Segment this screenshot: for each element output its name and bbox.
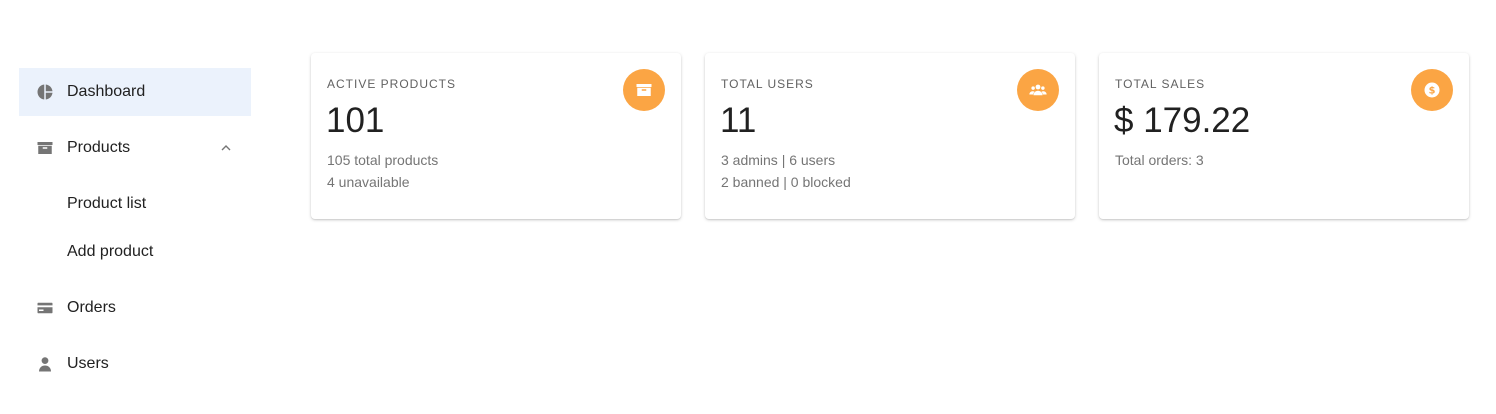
card-title: TOTAL USERS <box>721 77 814 91</box>
sidebar-item-dashboard[interactable]: Dashboard <box>19 68 251 116</box>
sidebar-item-users[interactable]: Users <box>19 340 251 388</box>
card-value: 101 <box>326 101 385 140</box>
chevron-up-icon[interactable] <box>219 141 233 155</box>
pie-chart-icon <box>37 84 53 100</box>
stat-card-active-products: ACTIVE PRODUCTS 101 105 total products 4… <box>311 53 681 219</box>
dollar-coin-icon: $ <box>1424 82 1440 98</box>
card-detail: 105 total products <box>327 152 439 168</box>
card-badge <box>1017 69 1059 111</box>
archive-box-icon <box>37 142 53 154</box>
sidebar-item-label: Add product <box>67 243 154 260</box>
svg-text:$: $ <box>1429 85 1436 96</box>
card-title: ACTIVE PRODUCTS <box>327 77 457 91</box>
sidebar-item-label: Dashboard <box>67 83 146 100</box>
card-value: $ 179.22 <box>1114 101 1251 140</box>
sidebar-item-orders[interactable]: Orders <box>19 284 251 332</box>
credit-card-icon <box>37 302 53 314</box>
sidebar-item-products[interactable]: Products <box>19 124 251 172</box>
sidebar-subitem-add-product[interactable]: Add product <box>19 228 251 276</box>
card-badge <box>623 69 665 111</box>
sidebar: Dashboard Products Product list Add prod… <box>19 68 251 388</box>
card-detail: 3 admins | 6 users <box>721 152 836 168</box>
stat-card-total-sales: TOTAL SALES $ 179.22 Total orders: 3 $ <box>1099 53 1469 219</box>
stat-card-total-users: TOTAL USERS 11 3 admins | 6 users 2 bann… <box>705 53 1075 219</box>
sidebar-item-label: Orders <box>67 299 116 316</box>
card-badge: $ <box>1411 69 1453 111</box>
sidebar-subitem-product-list[interactable]: Product list <box>19 180 251 228</box>
card-title: TOTAL SALES <box>1115 77 1206 91</box>
card-value: 11 <box>720 101 757 140</box>
sidebar-item-label: Users <box>67 355 109 372</box>
sidebar-item-label: Product list <box>67 195 147 212</box>
archive-box-icon <box>636 84 652 96</box>
person-icon <box>39 357 51 372</box>
card-detail: 4 unavailable <box>327 174 410 190</box>
users-group-icon <box>1029 84 1047 96</box>
card-detail: 2 banned | 0 blocked <box>721 174 851 190</box>
sidebar-item-label: Products <box>67 139 131 156</box>
card-detail: Total orders: 3 <box>1115 152 1204 168</box>
